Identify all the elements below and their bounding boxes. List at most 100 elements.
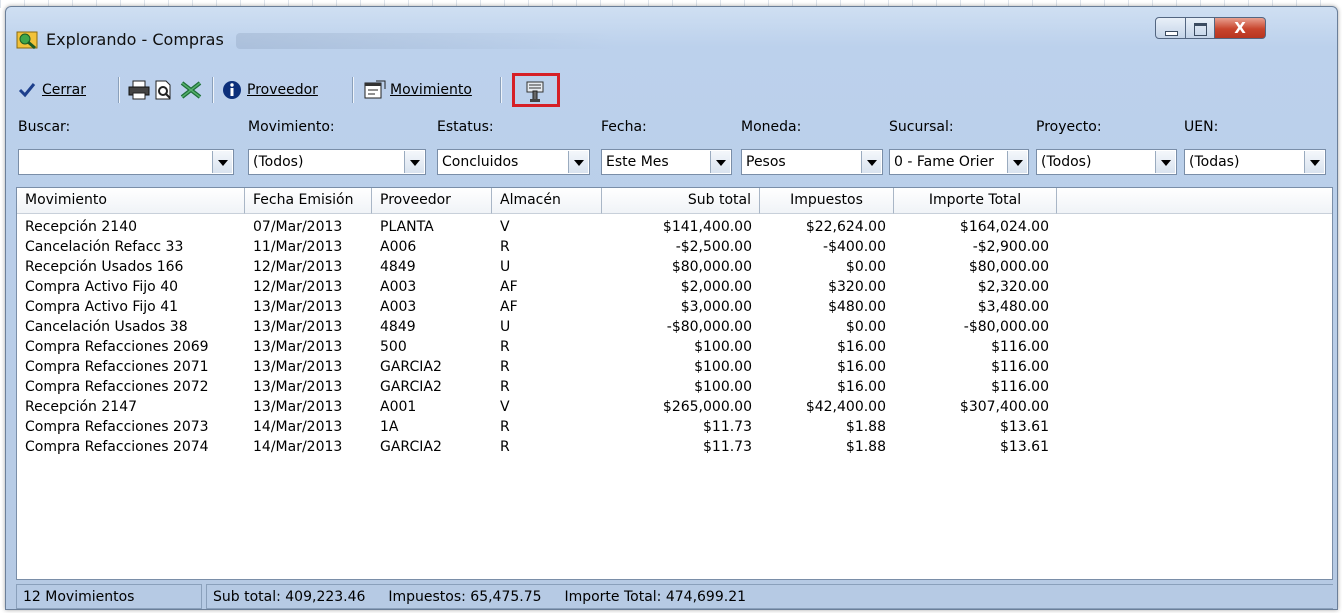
table-row[interactable]: Compra Refacciones 2069 13/Mar/2013 500 R $1… <box>17 337 1332 357</box>
chevron-down-icon[interactable] <box>1304 151 1324 173</box>
table-row[interactable]: Compra Refacciones 2073 14/Mar/2013 1A R $11… <box>17 417 1332 437</box>
chevron-down-icon[interactable] <box>1007 151 1027 173</box>
proyecto-combo[interactable]: (Todos) <box>1036 149 1177 175</box>
estatus-combo[interactable]: Concluidos <box>437 149 590 175</box>
cell-almacen: R <box>500 439 510 455</box>
movimiento-value: (Todos) <box>253 154 304 170</box>
column-header-filler <box>1057 188 1332 214</box>
table-row[interactable]: Compra Refacciones 2071 13/Mar/2013 GARCIA… <box>17 357 1332 377</box>
table-row[interactable]: Compra Activo Fijo 40 12/Mar/2013 A003 AF $2… <box>17 277 1332 297</box>
cell-impuestos: $22,624.00 <box>805 219 886 235</box>
print-button[interactable] <box>128 75 150 105</box>
printer-icon <box>128 80 150 100</box>
table-row[interactable]: Compra Activo Fijo 41 13/Mar/2013 A003 AF $3… <box>17 297 1332 317</box>
cell-almacen: V <box>500 399 510 415</box>
column-header-importe-total[interactable]: Importe Total <box>894 188 1057 214</box>
estatus-label: Estatus: <box>437 119 494 135</box>
cell-subtotal: -$2,500.00 <box>675 239 752 255</box>
buscar-combo[interactable] <box>18 149 234 175</box>
cell-proveedor: 4849 <box>380 319 416 335</box>
status-count: 12 Movimientos <box>16 584 202 609</box>
close-window-button[interactable]: X <box>1215 17 1266 39</box>
movimientos-table[interactable]: Movimiento Fecha Emisión Proveedor Almac… <box>16 187 1333 580</box>
cell-almacen: R <box>500 339 510 355</box>
column-header-almacen[interactable]: Almacén <box>492 188 602 214</box>
table-row[interactable]: Compra Refacciones 2072 13/Mar/2013 GARCIA… <box>17 377 1332 397</box>
chevron-down-icon[interactable] <box>710 151 730 173</box>
table-row[interactable]: Cancelación Usados 38 13/Mar/2013 4849 U -$8… <box>17 317 1332 337</box>
column-header-subtotal[interactable]: Sub total <box>602 188 760 214</box>
status-impuestos: Impuestos: 65,475.75 <box>388 589 542 605</box>
minimize-button[interactable] <box>1155 17 1186 39</box>
proyecto-label: Proyecto: <box>1036 119 1102 135</box>
uen-combo[interactable]: (Todas) <box>1184 149 1326 175</box>
chevron-down-icon[interactable] <box>568 151 588 173</box>
chevron-down-icon[interactable] <box>404 151 424 173</box>
cell-importe-total: $116.00 <box>991 379 1049 395</box>
chevron-down-icon[interactable] <box>212 151 232 173</box>
cell-impuestos: $1.88 <box>845 439 886 455</box>
movimiento-button[interactable]: Movimiento <box>364 75 472 105</box>
column-header-fecha-emision[interactable]: Fecha Emisión <box>245 188 372 214</box>
column-header-proveedor[interactable]: Proveedor <box>372 188 492 214</box>
proyecto-value: (Todos) <box>1041 154 1092 170</box>
title-background-blur <box>236 33 616 49</box>
cell-impuestos: $0.00 <box>845 259 886 275</box>
export-excel-button[interactable] <box>180 75 202 105</box>
buscar-label: Buscar: <box>18 119 71 135</box>
properties-icon <box>364 80 386 99</box>
sucursal-label: Sucursal: <box>889 119 954 135</box>
column-header-impuestos[interactable]: Impuestos <box>760 188 894 214</box>
cell-proveedor: PLANTA <box>380 219 434 235</box>
cell-subtotal: $265,000.00 <box>662 399 752 415</box>
cell-proveedor: A003 <box>380 299 417 315</box>
title-bar[interactable]: Explorando - Compras X <box>6 7 1337 69</box>
chevron-down-icon[interactable] <box>1155 151 1175 173</box>
cell-almacen: U <box>500 319 511 335</box>
explorer-window: Explorando - Compras X Cerrar Proveedor … <box>5 6 1338 610</box>
cell-proveedor: A001 <box>380 399 417 415</box>
table-row[interactable]: Recepción Usados 166 12/Mar/2013 4849 U $80,… <box>17 257 1332 277</box>
fecha-combo[interactable]: Este Mes <box>601 149 732 175</box>
print-preview-icon <box>155 80 171 100</box>
cell-fecha-emision: 14/Mar/2013 <box>253 439 343 455</box>
maximize-button[interactable] <box>1186 17 1215 39</box>
cell-fecha-emision: 07/Mar/2013 <box>253 219 343 235</box>
table-row[interactable]: Recepción 2147 13/Mar/2013 A001 V $265,000.0… <box>17 397 1332 417</box>
cell-subtotal: $100.00 <box>694 339 752 355</box>
checkmark-icon <box>18 83 36 98</box>
cerrar-button[interactable]: Cerrar <box>18 75 86 105</box>
cell-impuestos: $320.00 <box>828 279 886 295</box>
cell-impuestos: $1.88 <box>845 419 886 435</box>
excel-icon <box>180 81 202 99</box>
cell-fecha-emision: 12/Mar/2013 <box>253 279 343 295</box>
cell-subtotal: $11.73 <box>703 419 752 435</box>
info-icon <box>223 81 241 99</box>
print-preview-button[interactable] <box>154 75 174 105</box>
moneda-combo[interactable]: Pesos <box>741 149 883 175</box>
proveedor-button[interactable]: Proveedor <box>222 75 318 105</box>
cell-proveedor: GARCIA2 <box>380 379 442 395</box>
cell-subtotal: $80,000.00 <box>671 259 752 275</box>
cell-movimiento: Recepción 2147 <box>25 399 138 415</box>
status-bar: 12 Movimientos Sub total: 409,223.46 Imp… <box>16 583 1333 609</box>
movimiento-combo[interactable]: (Todos) <box>248 149 426 175</box>
cell-subtotal: $2,000.00 <box>680 279 752 295</box>
chevron-down-icon[interactable] <box>861 151 881 173</box>
cell-proveedor: A003 <box>380 279 417 295</box>
cell-importe-total: $116.00 <box>991 339 1049 355</box>
toolbar: Cerrar Proveedor Movimiento <box>12 73 1333 107</box>
toolbar-separator <box>500 77 502 103</box>
cell-impuestos: $16.00 <box>837 359 886 375</box>
table-row[interactable]: Compra Refacciones 2074 14/Mar/2013 GARCIA… <box>17 437 1332 457</box>
column-header-movimiento[interactable]: Movimiento <box>17 188 245 214</box>
table-row[interactable]: Cancelación Refacc 33 11/Mar/2013 A006 R -$2… <box>17 237 1332 257</box>
sucursal-combo[interactable]: 0 - Fame Orier <box>889 149 1029 175</box>
cerrar-label: Cerrar <box>42 82 86 98</box>
cell-subtotal: $141,400.00 <box>662 219 752 235</box>
cell-importe-total: $13.61 <box>1000 439 1049 455</box>
highlight-box <box>512 73 560 107</box>
cell-fecha-emision: 13/Mar/2013 <box>253 399 343 415</box>
cell-movimiento: Compra Refacciones 2073 <box>25 419 209 435</box>
table-row[interactable]: Recepción 2140 07/Mar/2013 PLANTA V $141,400… <box>17 217 1332 237</box>
